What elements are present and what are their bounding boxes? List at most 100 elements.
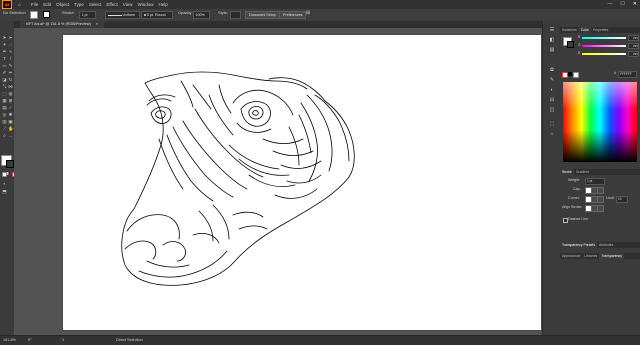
hex-value-field[interactable]: FFFFFF: [618, 71, 637, 78]
white-color-chip[interactable]: [573, 72, 579, 78]
arrange-documents-icon[interactable]: ⊞: [306, 9, 310, 17]
close-tab-icon[interactable]: ×: [96, 22, 98, 26]
tab-transparency[interactable]: Transparency: [599, 253, 624, 259]
menu-window[interactable]: Window: [137, 2, 153, 7]
menu-file[interactable]: File: [31, 2, 38, 7]
document-setup-button[interactable]: Document Setup: [245, 11, 280, 19]
type-tool-icon[interactable]: T: [2, 56, 7, 61]
green-value-field[interactable]: 255: [628, 43, 639, 49]
rectangle-tool-icon[interactable]: ▭: [2, 63, 7, 68]
blend-tool-icon[interactable]: ◎: [2, 112, 7, 117]
stroke-weight-field[interactable]: 1 pt: [79, 11, 96, 19]
edit-toolbar-icon[interactable]: …: [8, 133, 13, 138]
selection-tool-icon[interactable]: ➤: [2, 35, 7, 40]
pencil-tool-icon[interactable]: ✏: [8, 70, 13, 75]
graphic-styles-icon[interactable]: ◐: [549, 87, 555, 93]
eyedropper-tool-icon[interactable]: ⁄: [8, 105, 13, 110]
menu-edit[interactable]: Edit: [43, 2, 51, 7]
free-transform-tool-icon[interactable]: ⬚: [2, 91, 7, 96]
zoom-tool-icon[interactable]: ⌕: [2, 133, 7, 138]
pathfinder-icon[interactable]: ◫: [549, 107, 555, 113]
tab-properties[interactable]: Properties: [591, 27, 610, 33]
artboard-tool-icon[interactable]: ▣: [8, 119, 13, 124]
home-icon[interactable]: ⌂: [18, 2, 21, 8]
tab-color[interactable]: Color: [578, 27, 591, 33]
variable-width-profile[interactable]: Uniform: [105, 11, 140, 19]
color-spectrum[interactable]: [563, 82, 637, 162]
opacity-field[interactable]: 100%: [193, 11, 210, 19]
corner-label: Corner:: [568, 196, 580, 200]
red-value-field[interactable]: 255: [628, 35, 639, 41]
eraser-tool-icon[interactable]: ◪: [2, 77, 7, 82]
brush-definition[interactable]: 5 pt. Round: [141, 11, 173, 19]
libraries-icon[interactable]: ▤: [549, 47, 555, 53]
tab-libraries[interactable]: Libraries: [582, 253, 599, 259]
menu-effect[interactable]: Effect: [106, 2, 117, 7]
scale-tool-icon[interactable]: ⤡: [2, 84, 7, 89]
magic-wand-tool-icon[interactable]: ✶: [2, 42, 7, 47]
align-outside-icon[interactable]: [597, 205, 604, 212]
draw-mode-icon[interactable]: ◐: [2, 181, 7, 186]
symbol-sprayer-tool-icon[interactable]: ✺: [8, 112, 13, 117]
close-button[interactable]: ✕: [633, 1, 637, 7]
brushes-icon[interactable]: ✎: [549, 77, 555, 83]
tab-attributes[interactable]: Attributes: [597, 242, 615, 248]
curvature-tool-icon[interactable]: ∿: [8, 49, 13, 54]
stroke-swatch[interactable]: [43, 11, 50, 18]
menu-help[interactable]: Help: [159, 2, 168, 7]
layers-icon[interactable]: ◧: [549, 37, 555, 43]
tab-gradient[interactable]: Gradient: [574, 169, 591, 175]
menu-view[interactable]: View: [123, 2, 133, 7]
menu-object[interactable]: Object: [56, 2, 69, 7]
menu-select[interactable]: Select: [89, 2, 102, 7]
tools-panel: ➤ ➢ ✶ ◌ ✒ ∿ T / ▭ ✎ ✐ ✏ ◪ ↻ ⤡ ⋈ ⬚ ◍ ▦ ⊞ …: [0, 21, 17, 335]
tab-stroke[interactable]: Stroke: [560, 169, 574, 175]
slice-tool-icon[interactable]: ⟋: [2, 126, 7, 131]
rotate-tool-icon[interactable]: ↻: [8, 77, 13, 82]
hand-tool-icon[interactable]: ✋: [8, 126, 14, 131]
direct-selection-tool-icon[interactable]: ➢: [8, 35, 13, 40]
transform-icon[interactable]: ⬚: [549, 121, 555, 127]
width-tool-icon[interactable]: ⋈: [8, 84, 13, 89]
color-panel-stroke-swatch[interactable]: [567, 41, 574, 48]
tab-swatches[interactable]: Swatches: [560, 27, 579, 33]
mesh-tool-icon[interactable]: ⊞: [8, 98, 13, 103]
projecting-cap-icon[interactable]: [597, 187, 604, 194]
maximize-button[interactable]: ☐: [620, 1, 624, 7]
align-icon[interactable]: ⊟: [549, 97, 555, 103]
gradient-mode-icon[interactable]: [7, 172, 10, 175]
fill-swatch[interactable]: [30, 11, 38, 19]
preferences-button[interactable]: Preferences: [279, 11, 307, 19]
lasso-tool-icon[interactable]: ◌: [8, 42, 13, 47]
blue-value-field[interactable]: 255: [628, 51, 639, 57]
toolbar-stroke-swatch[interactable]: [6, 160, 14, 168]
minimize-button[interactable]: —: [607, 1, 612, 7]
tab-appearance[interactable]: Appearance: [560, 253, 582, 259]
graphic-style-picker[interactable]: [230, 11, 241, 19]
zebra-line-art[interactable]: [63, 35, 541, 330]
shaper-tool-icon[interactable]: ✐: [2, 70, 7, 75]
symbols-icon[interactable]: ✿: [549, 67, 555, 73]
gradient-tool-icon[interactable]: ▤: [2, 105, 7, 110]
pen-tool-icon[interactable]: ✒: [2, 49, 7, 54]
menu-type[interactable]: Type: [74, 2, 84, 7]
bevel-join-icon[interactable]: [597, 196, 604, 203]
appearance-icon[interactable]: ☼: [549, 131, 555, 137]
line-tool-icon[interactable]: /: [8, 56, 13, 61]
limit-field[interactable]: 10: [616, 196, 628, 203]
perspective-grid-tool-icon[interactable]: ▦: [2, 98, 7, 103]
blue-slider[interactable]: [582, 53, 626, 55]
graph-tool-icon[interactable]: ▥: [2, 119, 7, 124]
artboard[interactable]: [63, 35, 541, 330]
tab-transparency-presets[interactable]: Transparency Presets: [560, 242, 598, 248]
screen-mode-icon[interactable]: ⬒: [2, 189, 7, 194]
green-slider[interactable]: [582, 45, 626, 47]
shape-builder-tool-icon[interactable]: ◍: [8, 91, 13, 96]
brush-tool-icon[interactable]: ✎: [8, 63, 13, 68]
red-slider[interactable]: [582, 37, 626, 39]
weight-field[interactable]: 1 pt: [585, 178, 605, 185]
black-color-chip[interactable]: [568, 72, 572, 76]
properties-icon[interactable]: ☰: [549, 27, 555, 33]
document-tab[interactable]: NFT Art.ai* @ 161.8 % (RGB/Preview) ×: [20, 21, 105, 28]
cap-label: Cap:: [573, 187, 581, 191]
